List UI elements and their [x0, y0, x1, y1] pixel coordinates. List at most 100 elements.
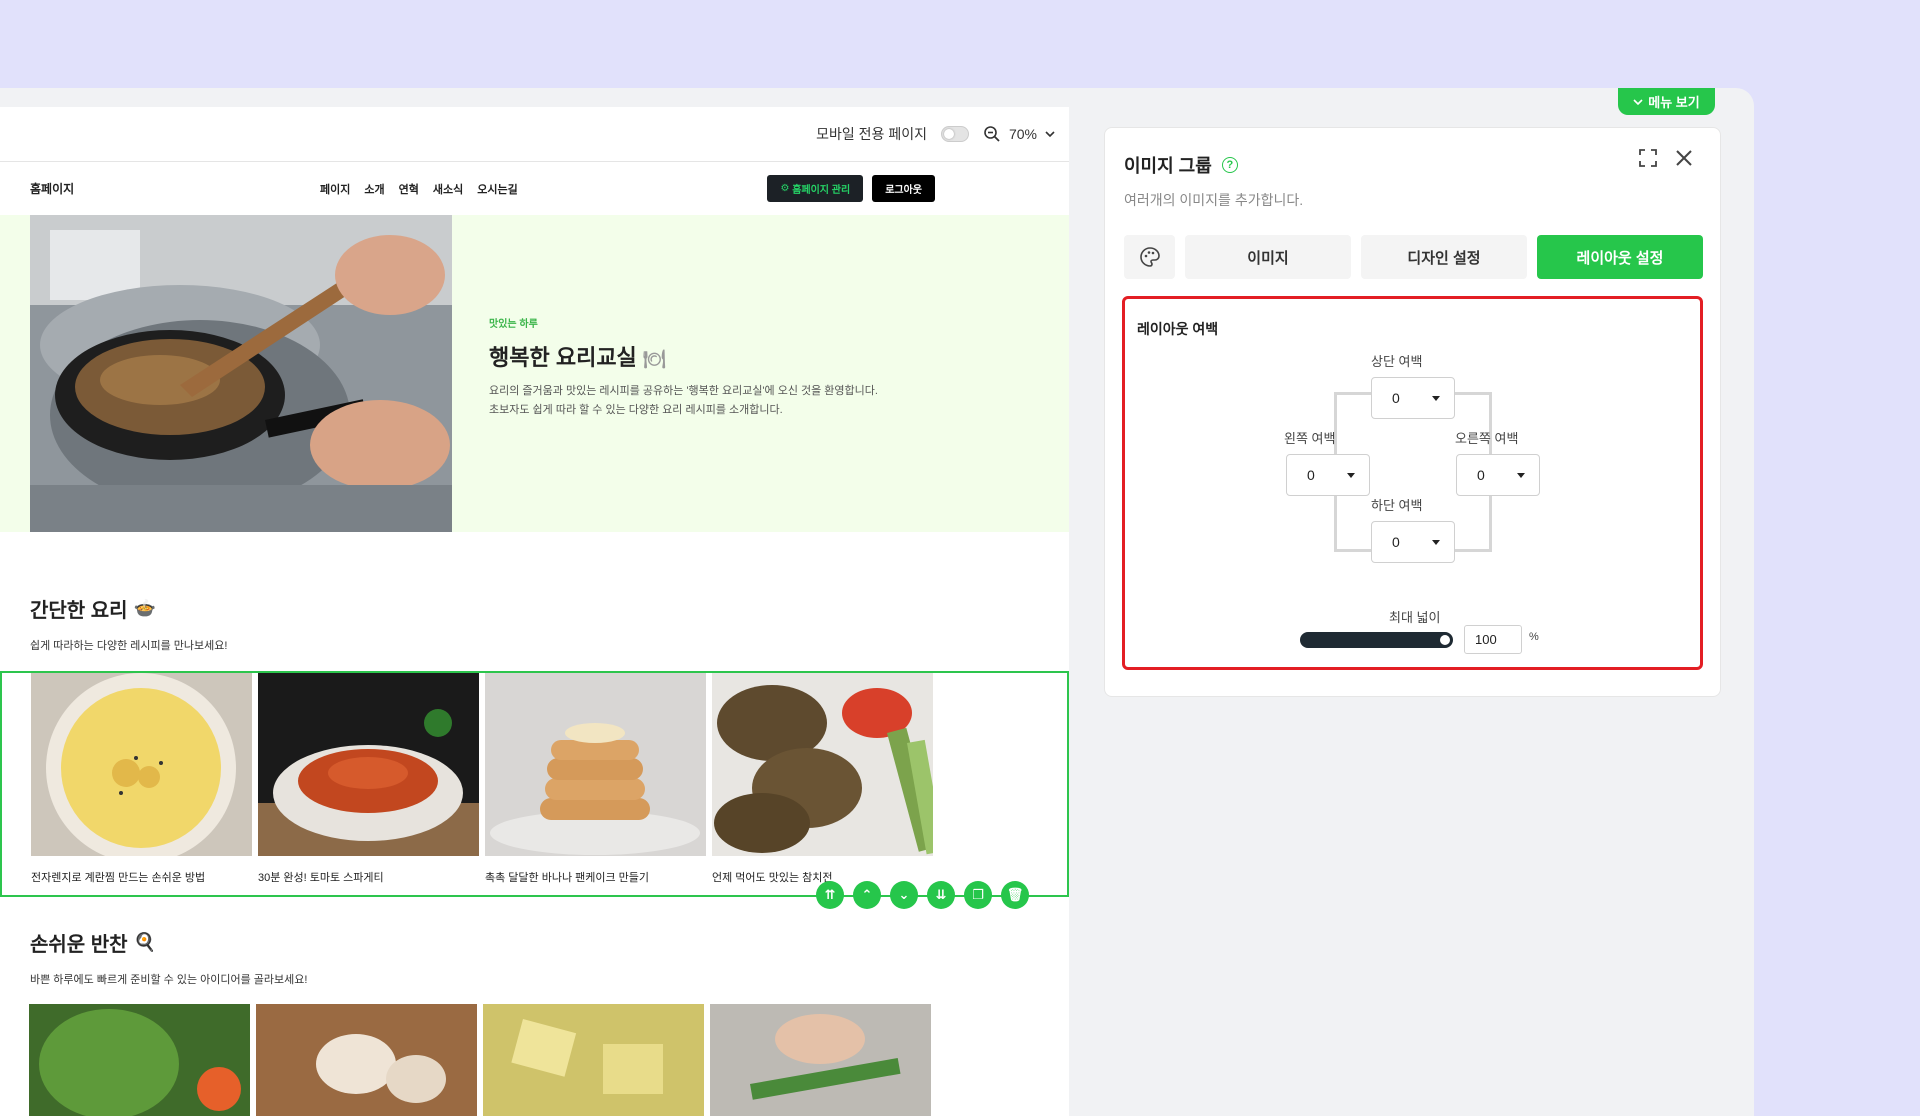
layout-margin-box: 레이아웃 여백 상단 여백 0 왼쪽 여백 0 오른쪽 여백 0 하단 여백 0…	[1122, 296, 1703, 670]
mobile-only-toggle[interactable]	[940, 126, 969, 142]
max-width-label: 최대 넓이	[1389, 610, 1441, 625]
max-width-slider[interactable]	[1300, 632, 1453, 648]
move-up-button[interactable]: ⌃	[853, 881, 881, 909]
gallery-item[interactable]: 전자렌지로 계란찜 만드는 손쉬운 방법	[31, 673, 252, 885]
hero-description: 요리의 즐거움과 맛있는 레시피를 공유하는 '행복한 요리교실'에 오신 것을…	[489, 382, 889, 420]
panel-actions	[1638, 148, 1694, 168]
caret-down-icon	[1432, 539, 1440, 545]
left-margin-value: 0	[1307, 467, 1315, 483]
layout-margin-title: 레이아웃 여백	[1137, 321, 1219, 337]
top-margin-label: 상단 여백	[1371, 354, 1423, 369]
gallery-image	[710, 1004, 931, 1116]
homepage-manage-button[interactable]: ⚙ 홈페이지 관리	[767, 175, 864, 202]
tab-palette[interactable]	[1124, 235, 1175, 279]
panel-title: 이미지 그룹 ?	[1124, 152, 1238, 178]
right-margin-label: 오른쪽 여백	[1455, 431, 1519, 446]
caret-down-icon	[1432, 395, 1440, 401]
image-gallery: 전자렌지로 계란찜 만드는 손쉬운 방법 30분 완성! 토마토 스파게티 촉촉…	[31, 673, 933, 885]
plate-icon: 🍽	[642, 349, 666, 369]
image-group[interactable]	[0, 1004, 1069, 1116]
hero-desc-line: 초보자도 쉽게 따라 할 수 있는 다양한 요리 레시피를 소개합니다.	[489, 404, 783, 416]
logout-button[interactable]: 로그아웃	[872, 175, 935, 202]
caret-down-icon	[1517, 472, 1525, 478]
site-header-buttons: ⚙ 홈페이지 관리 로그아웃	[767, 175, 935, 202]
zoom-out-icon[interactable]	[983, 125, 1001, 143]
top-margin-value: 0	[1392, 390, 1400, 406]
chevron-down-icon	[1045, 131, 1055, 138]
tab-design-settings[interactable]: 디자인 설정	[1361, 235, 1527, 279]
site-menu-item[interactable]: 소개	[364, 181, 384, 197]
hero-cooking-image	[30, 215, 452, 532]
section-title-text: 손쉬운 반찬	[30, 934, 128, 956]
section-subtitle: 쉽게 따라하는 다양한 레시피를 만나보세요!	[30, 640, 228, 652]
site-menu-item[interactable]: 오시는길	[477, 181, 517, 197]
gallery-image	[712, 673, 933, 856]
site-header: 홈페이지 페이지 소개 연혁 새소식 오시는길 ⚙ 홈페이지 관리 로그아웃	[0, 161, 1069, 215]
site-menu-item[interactable]: 페이지	[320, 181, 350, 197]
panel-description: 여러개의 이미지를 추가합니다.	[1124, 192, 1304, 208]
delete-button[interactable]: 🗑	[1001, 881, 1029, 909]
image-group-panel: 이미지 그룹 ? 여러개의 이미지를 추가합니다. 이미지 디자인 설정 레이아…	[1104, 127, 1721, 697]
site-menu: 페이지 소개 연혁 새소식 오시는길	[320, 181, 518, 197]
left-margin-select[interactable]: 0	[1286, 454, 1370, 496]
block-toolbar: ⇈ ⌃ ⌄ ⇊ ❐ 🗑	[816, 881, 1029, 909]
move-bottom-button[interactable]: ⇊	[927, 881, 955, 909]
bowl-icon: 🍲	[133, 598, 156, 618]
image-gallery	[29, 1004, 931, 1116]
selected-image-group[interactable]: 전자렌지로 계란찜 만드는 손쉬운 방법 30분 완성! 토마토 스파게티 촉촉…	[0, 671, 1069, 909]
close-icon[interactable]	[1674, 148, 1694, 168]
max-width-input[interactable]: 100	[1464, 625, 1522, 654]
tab-layout-settings[interactable]: 레이아웃 설정	[1537, 235, 1703, 279]
top-margin-select[interactable]: 0	[1371, 377, 1455, 419]
move-down-button[interactable]: ⌄	[890, 881, 918, 909]
bottom-margin-select[interactable]: 0	[1371, 521, 1455, 563]
gallery-image	[256, 1004, 477, 1116]
move-top-button[interactable]: ⇈	[816, 881, 844, 909]
section-subtitle: 바쁜 하루에도 빠르게 준비할 수 있는 아이디어를 골라보세요!	[30, 974, 308, 986]
gallery-image	[483, 1004, 704, 1116]
section-title: 간단한 요리 🍲	[30, 594, 156, 623]
site-menu-item[interactable]: 새소식	[433, 181, 463, 197]
gallery-image	[258, 673, 479, 856]
gallery-caption: 촉촉 달달한 바나나 팬케이크 만들기	[485, 872, 650, 884]
page-preview: 모바일 전용 페이지 70% 홈페이지 페이지 소개 연혁 새소식 오시는길 ⚙…	[0, 107, 1069, 1116]
fullscreen-icon[interactable]	[1638, 148, 1658, 168]
preview-toolbar: 모바일 전용 페이지 70%	[0, 107, 1069, 161]
gallery-caption: 30분 완성! 토마토 스파게티	[258, 872, 384, 884]
gallery-item[interactable]: 30분 완성! 토마토 스파게티	[258, 673, 479, 885]
hero-section: 맛있는 하루 행복한 요리교실 🍽 요리의 즐거움과 맛있는 레시피를 공유하는…	[0, 215, 1069, 532]
section-title: 손쉬운 반찬 🍳	[30, 928, 156, 957]
left-margin-label: 왼쪽 여백	[1284, 431, 1336, 446]
right-margin-select[interactable]: 0	[1456, 454, 1540, 496]
menu-view-button[interactable]: 메뉴 보기	[1618, 88, 1715, 115]
hero-text: 맛있는 하루 행복한 요리교실 🍽 요리의 즐거움과 맛있는 레시피를 공유하는…	[489, 315, 889, 420]
pan-icon: 🍳	[133, 932, 156, 952]
hero-title: 행복한 요리교실 🍽	[489, 340, 889, 372]
chevron-down-icon	[1633, 98, 1643, 105]
duplicate-button[interactable]: ❐	[964, 881, 992, 909]
homepage-manage-label: 홈페이지 관리	[792, 185, 851, 196]
site-menu-item[interactable]: 연혁	[399, 181, 419, 197]
site-logo[interactable]: 홈페이지	[30, 180, 74, 197]
palette-icon	[1139, 247, 1160, 267]
panel-title-text: 이미지 그룹	[1124, 156, 1212, 176]
mobile-only-label: 모바일 전용 페이지	[816, 126, 927, 142]
bottom-margin-label: 하단 여백	[1371, 498, 1423, 513]
hero-desc-line: 요리의 즐거움과 맛있는 레시피를 공유하는 '행복한 요리교실'에 오신 것을…	[489, 385, 878, 397]
tab-image[interactable]: 이미지	[1185, 235, 1351, 279]
gallery-image	[31, 673, 252, 856]
menu-view-label: 메뉴 보기	[1648, 95, 1700, 110]
gallery-item[interactable]: 언제 먹어도 맛있는 참치전	[712, 673, 933, 885]
gallery-item[interactable]: 촉촉 달달한 바나나 팬케이크 만들기	[485, 673, 706, 885]
zoom-control[interactable]: 70%	[983, 125, 1055, 143]
gallery-image	[485, 673, 706, 856]
help-icon[interactable]: ?	[1221, 157, 1238, 173]
section-title-text: 간단한 요리	[30, 600, 128, 622]
zoom-level: 70%	[1008, 126, 1037, 142]
right-margin-value: 0	[1477, 467, 1485, 483]
gallery-image	[29, 1004, 250, 1116]
hero-kicker: 맛있는 하루	[489, 319, 538, 330]
slider-handle[interactable]	[1438, 633, 1452, 647]
gallery-caption: 전자렌지로 계란찜 만드는 손쉬운 방법	[31, 872, 206, 884]
hero-title-text: 행복한 요리교실	[489, 345, 637, 370]
